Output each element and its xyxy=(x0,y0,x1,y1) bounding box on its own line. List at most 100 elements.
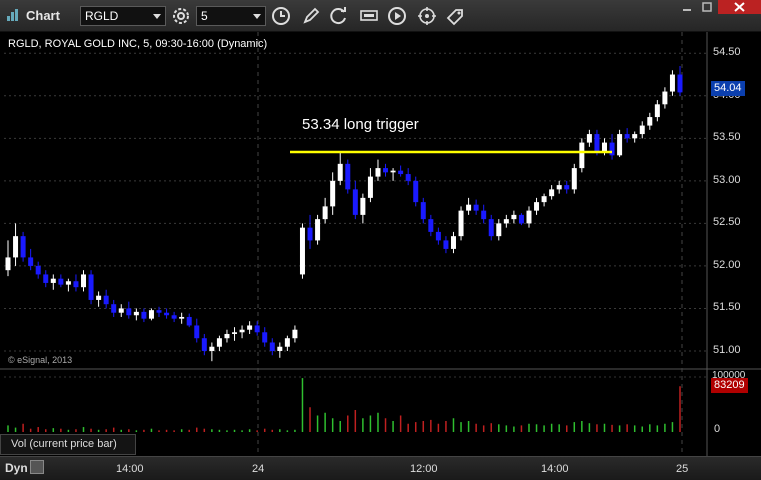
candle-body xyxy=(277,346,283,351)
candle-body xyxy=(201,338,207,351)
candle-body xyxy=(481,210,487,220)
candle-body xyxy=(58,278,64,285)
candle-body xyxy=(390,170,396,173)
price-tick-label: 53.00 xyxy=(713,173,741,186)
candle-body xyxy=(232,332,238,334)
candle-body xyxy=(662,91,668,105)
candle-body xyxy=(96,295,102,300)
price-chart[interactable] xyxy=(0,0,761,480)
copyright: © eSignal, 2013 xyxy=(8,355,73,365)
candle-body xyxy=(398,170,404,175)
candle-body xyxy=(262,332,268,343)
candle-body xyxy=(164,312,170,316)
candle-body xyxy=(367,176,373,198)
candle-body xyxy=(337,163,343,181)
candle-body xyxy=(488,219,494,237)
candle-body xyxy=(458,210,464,237)
candle-body xyxy=(556,185,562,190)
candle-body xyxy=(405,174,411,181)
candle-body xyxy=(428,219,434,232)
candle-body xyxy=(617,134,623,156)
candle-body xyxy=(579,142,585,169)
candle-body xyxy=(28,257,34,266)
candle-body xyxy=(450,236,456,249)
candle-body xyxy=(13,236,19,258)
candle-body xyxy=(148,310,154,319)
candle-body xyxy=(179,316,185,319)
candle-body xyxy=(254,325,260,333)
candle-body xyxy=(420,202,426,220)
candle-body xyxy=(541,196,547,203)
candle-body xyxy=(677,74,683,93)
price-tick-label: 52.00 xyxy=(713,258,741,271)
candle-body xyxy=(186,316,192,326)
time-label: 14:00 xyxy=(116,463,144,475)
candle-body xyxy=(141,311,147,319)
candle-body xyxy=(35,265,41,275)
candle-body xyxy=(73,281,79,288)
candle-body xyxy=(654,104,660,118)
candle-body xyxy=(216,338,222,347)
candle-body xyxy=(88,274,94,300)
volume-legend: Vol (current price bar) xyxy=(0,434,136,455)
candle-body xyxy=(345,163,351,190)
candle-body xyxy=(473,204,479,211)
candle-body xyxy=(269,342,275,351)
trigger-annotation: 53.34 long trigger xyxy=(302,116,419,133)
price-tick-label: 52.50 xyxy=(713,216,741,229)
candle-body xyxy=(352,189,358,215)
candle-body xyxy=(299,227,305,275)
candle-body xyxy=(511,214,517,220)
candle-body xyxy=(518,214,524,224)
mode-toggle-icon[interactable] xyxy=(30,460,44,474)
candle-body xyxy=(413,180,419,203)
volume-axis-zero: 0 xyxy=(714,423,721,435)
candle-body xyxy=(43,274,49,283)
candle-body xyxy=(20,236,26,258)
candle-body xyxy=(322,206,328,220)
candle-body xyxy=(383,168,389,173)
time-label: 14:00 xyxy=(541,463,569,475)
candle-body xyxy=(156,310,162,313)
candle-body xyxy=(549,189,555,197)
candle-body xyxy=(284,338,290,347)
candle-body xyxy=(224,333,230,339)
time-label: 24 xyxy=(252,463,265,475)
candle-body xyxy=(194,325,200,339)
candle-body xyxy=(624,134,630,139)
candle-body xyxy=(330,180,336,207)
candle-body xyxy=(526,210,532,224)
candle-body xyxy=(292,329,298,339)
current-price-badge: 54.04 xyxy=(711,81,745,96)
candle-body xyxy=(601,142,607,152)
candle-body xyxy=(669,74,675,92)
candle-body xyxy=(639,125,645,135)
price-tick-label: 53.50 xyxy=(713,131,741,144)
candle-body xyxy=(571,168,577,190)
candle-body xyxy=(247,325,253,330)
current-volume-badge: 83209 xyxy=(711,378,748,393)
candle-body xyxy=(126,308,132,316)
candle-body xyxy=(103,295,109,305)
price-tick-label: 54.50 xyxy=(713,46,741,59)
candle-body xyxy=(534,202,540,211)
candle-body xyxy=(632,134,638,139)
candle-body xyxy=(209,346,215,351)
candle-body xyxy=(65,281,71,285)
candle-body xyxy=(503,219,509,224)
price-tick-label: 51.00 xyxy=(713,343,741,356)
candle-body xyxy=(466,204,472,211)
candle-body xyxy=(307,227,313,241)
candle-body xyxy=(118,308,124,313)
candle-body xyxy=(315,219,321,241)
candle-body xyxy=(564,185,570,190)
candle-body xyxy=(435,231,441,241)
candle-body xyxy=(133,311,139,316)
candle-body xyxy=(594,134,600,152)
candle-body xyxy=(496,223,502,237)
candle-body xyxy=(586,134,592,143)
candle-body xyxy=(360,197,366,215)
candle-body xyxy=(171,315,177,319)
price-tick-label: 51.50 xyxy=(713,301,741,314)
candle-body xyxy=(609,142,615,156)
